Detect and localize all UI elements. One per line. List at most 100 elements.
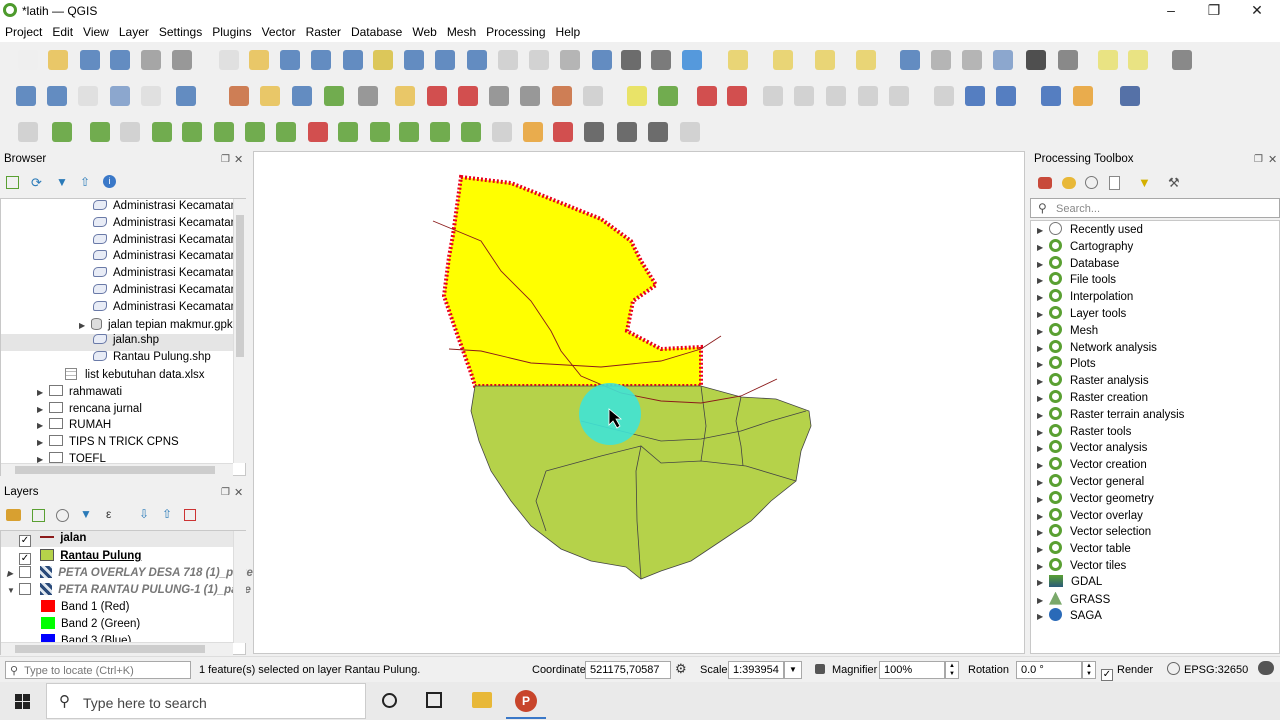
layer-row-jalan[interactable]: ✓ jalan: [7, 532, 86, 549]
merge-features-icon[interactable]: [308, 122, 328, 142]
taskbar-search-box[interactable]: ⚲ Type here to search: [46, 683, 366, 719]
expand-arrow-icon[interactable]: ▶: [1037, 360, 1049, 369]
file-explorer-icon[interactable]: [472, 692, 492, 708]
browser-item[interactable]: ▶ rencana jurnal: [37, 401, 142, 419]
delete-selected-icon[interactable]: [427, 86, 447, 106]
menu-settings[interactable]: Settings: [154, 22, 207, 42]
browser-item[interactable]: Administrasi Kecamatan: [93, 233, 233, 251]
zoom-next-icon[interactable]: [498, 50, 518, 70]
current-edits-icon[interactable]: [229, 86, 249, 106]
toolbox-provider[interactable]: ▶ Vector analysis: [1037, 440, 1147, 457]
expand-arrow-icon[interactable]: ▶: [1037, 444, 1049, 453]
annotation-icon[interactable]: [1098, 50, 1118, 70]
zoom-layer-icon[interactable]: [404, 50, 424, 70]
toolbox-provider[interactable]: ▶ Vector selection: [1037, 524, 1151, 541]
browser-item[interactable]: Administrasi Kecamatan: [93, 284, 233, 301]
menu-layer[interactable]: Layer: [114, 22, 154, 42]
split-features-icon[interactable]: [245, 122, 265, 142]
coordinate-field[interactable]: 521175,70587: [585, 661, 671, 679]
layer-checkbox[interactable]: ✓: [19, 553, 31, 565]
layers-close-icon[interactable]: ✕: [234, 486, 243, 499]
toolbox-provider[interactable]: ▶ GDAL: [1037, 574, 1102, 592]
expand-arrow-icon[interactable]: ▶: [1037, 461, 1049, 470]
browser-item[interactable]: Administrasi Kecamatan: [93, 300, 233, 318]
scissors-icon[interactable]: [584, 122, 604, 142]
crs-label[interactable]: EPSG:32650: [1184, 664, 1248, 676]
identify-icon[interactable]: [900, 50, 920, 70]
layers-hscrollbar[interactable]: [1, 642, 233, 655]
new-project-icon[interactable]: [18, 50, 38, 70]
toggle-editing-icon[interactable]: [260, 86, 280, 106]
new-mesh-layer-icon[interactable]: [176, 86, 196, 106]
layer-checkbox[interactable]: ✓: [19, 535, 31, 547]
toolbox-provider[interactable]: ▶ Vector geometry: [1037, 490, 1154, 508]
merge-attributes-icon[interactable]: [338, 122, 358, 142]
browser-item[interactable]: ▶ RUMAH: [37, 418, 111, 435]
new-spatialite-icon[interactable]: [110, 86, 130, 106]
collapse-icon[interactable]: ⇧: [80, 175, 90, 189]
toolbox-close-icon[interactable]: ✕: [1268, 153, 1277, 166]
undo-icon[interactable]: [552, 86, 572, 106]
menu-mesh[interactable]: Mesh: [442, 22, 481, 42]
rotate-point-icon[interactable]: [370, 122, 390, 142]
browser-item[interactable]: list kebutuhan data.xlsx: [65, 368, 205, 385]
messages-icon[interactable]: [1258, 661, 1274, 675]
expand-arrow-icon[interactable]: ▶: [1037, 260, 1049, 269]
text-annotation-icon[interactable]: [1172, 50, 1192, 70]
map-theme-icon[interactable]: [56, 509, 69, 522]
rotation-spin-icon[interactable]: ▲ ▼: [1082, 661, 1096, 679]
expand-arrow-icon[interactable]: ▶: [1037, 226, 1049, 235]
layer-row-rantau-pulung[interactable]: ✓ Rantau Pulung: [7, 549, 141, 566]
zoom-out-icon[interactable]: [311, 50, 331, 70]
layer-row-peta-overlay[interactable]: ▶ PETA OVERLAY DESA 718 (1)_page: [7, 566, 253, 583]
help-icon[interactable]: [1120, 86, 1140, 106]
browser-item[interactable]: Administrasi Kecamatan: [93, 250, 233, 267]
expand-arrow-icon[interactable]: ▶: [1037, 276, 1049, 285]
pan-to-selection-icon[interactable]: [249, 50, 269, 70]
expand-arrow-icon[interactable]: ▶: [1037, 495, 1049, 504]
toolbox-provider[interactable]: ▶ Cartography: [1037, 238, 1133, 256]
browser-item[interactable]: ▶ rahmawati: [37, 384, 122, 402]
split-parts-icon[interactable]: [276, 122, 296, 142]
expand-arrow-icon[interactable]: ▶: [1037, 512, 1049, 521]
temporal-icon[interactable]: [651, 50, 671, 70]
new-shapefile-icon[interactable]: [78, 86, 98, 106]
expand-arrow-icon[interactable]: ▶: [1037, 578, 1049, 587]
locator-input[interactable]: ⚲ Type to locate (Ctrl+K): [5, 661, 191, 679]
label-icon[interactable]: [627, 86, 647, 106]
results-viewer-icon[interactable]: [1109, 176, 1120, 190]
cortana-icon[interactable]: [382, 693, 397, 708]
filter-legend-icon[interactable]: ▼: [80, 507, 92, 521]
change-label-icon[interactable]: [826, 86, 846, 106]
menu-web[interactable]: Web: [407, 22, 441, 42]
coordinate-toggle-icon[interactable]: ⚙: [675, 661, 687, 677]
toolbox-provider[interactable]: ▶ Vector tiles: [1037, 558, 1126, 575]
expand-arrow-icon[interactable]: ▶: [1037, 428, 1049, 437]
browser-tree[interactable]: Administrasi Kecamatan Administrasi Kecam…: [0, 198, 246, 476]
scale-field[interactable]: 1:393954: [728, 661, 784, 679]
browser-item[interactable]: ▶ TOEFL: [37, 452, 106, 463]
browser-item[interactable]: ▶ TIPS N TRICK CPNS: [37, 435, 179, 452]
style-icon[interactable]: [6, 509, 21, 521]
new-virtual-layer-icon[interactable]: [141, 86, 161, 106]
plugin-icon[interactable]: [1073, 86, 1093, 106]
web-icon[interactable]: [996, 86, 1016, 106]
toolbox-search-input[interactable]: ⚲ Search...: [1030, 198, 1280, 218]
filter-icon[interactable]: ▼: [56, 175, 68, 189]
menu-vector[interactable]: Vector: [257, 22, 301, 42]
toolbox-provider[interactable]: ▶ Vector table: [1037, 541, 1131, 558]
toolbox-float-icon[interactable]: ❐: [1254, 154, 1263, 165]
toolbox-provider[interactable]: ▶ Recently used: [1037, 222, 1143, 239]
browser-vscrollbar[interactable]: [233, 199, 246, 463]
expand-arrow-icon[interactable]: ▶: [1037, 394, 1049, 403]
label-toolbar-icon[interactable]: [934, 86, 954, 106]
digitize-shape-icon[interactable]: [617, 122, 637, 142]
deselect-icon[interactable]: [815, 50, 835, 70]
browser-item[interactable]: Administrasi Kecamatan: [93, 200, 233, 217]
lock-icon[interactable]: [815, 664, 825, 674]
refresh-icon[interactable]: [682, 50, 702, 70]
expand-arrow-icon[interactable]: ▶: [1037, 344, 1049, 353]
expression-filter-icon[interactable]: ε: [106, 507, 111, 521]
new-map-view-icon[interactable]: [529, 50, 549, 70]
toolbox-provider[interactable]: ▶ GRASS: [1037, 591, 1110, 609]
